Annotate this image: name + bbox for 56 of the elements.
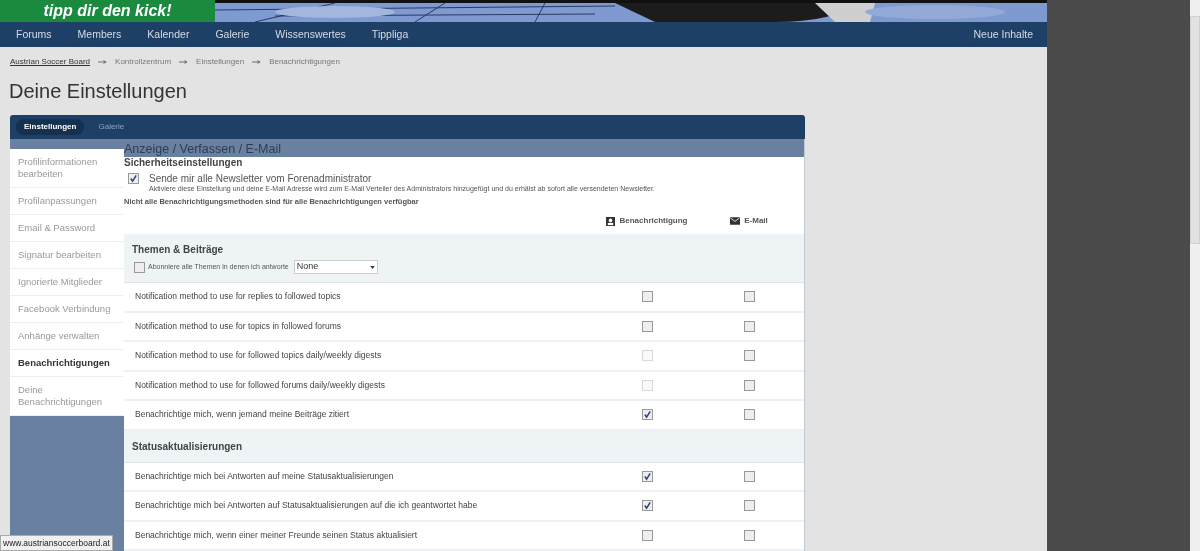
scrollbar[interactable] — [1190, 0, 1200, 551]
tab[interactable]: Einstellungen — [16, 119, 85, 135]
nav-link[interactable]: Tippliga — [371, 26, 409, 43]
checkbox[interactable] — [641, 291, 653, 303]
checkbox[interactable] — [641, 320, 653, 332]
setting-label: Benachrichtige mich, wenn jemand meine Beiträge zitiert — [134, 408, 351, 422]
arrow-icon — [252, 60, 262, 64]
breadcrumb-link[interactable]: Kontrollzentrum — [115, 56, 172, 68]
checkbox[interactable] — [743, 320, 755, 332]
group-title: Themen & Beiträge — [132, 243, 225, 257]
caret-icon — [369, 265, 375, 269]
checkbox[interactable] — [743, 350, 755, 362]
setting-label: Benachrichtige mich bei Antworten auf Statusaktualisierungen auf die ich geantwortet habe — [134, 499, 479, 513]
scrollbar-thumb[interactable] — [1190, 16, 1200, 244]
arrow-icon — [179, 60, 189, 64]
user-badge-icon — [606, 216, 616, 226]
group-title: Statusaktualisierungen — [132, 439, 244, 454]
checkbox[interactable] — [743, 529, 755, 541]
checkbox[interactable] — [128, 173, 139, 184]
column-header: E-Mail — [744, 215, 768, 227]
column-header: Benachrichtigung — [619, 215, 688, 227]
setting-label: Notification method to use for followed forums daily/weekly digests — [134, 378, 386, 392]
nav-link[interactable]: Kalender — [147, 26, 190, 43]
checkbox[interactable] — [641, 500, 653, 512]
checkbox[interactable] — [641, 470, 653, 482]
nav-link[interactable]: Galerie — [215, 26, 250, 43]
dropdown[interactable]: None — [293, 260, 378, 274]
breadcrumb-link[interactable]: Benachrichtigungen — [269, 56, 340, 68]
checkbox[interactable] — [134, 261, 145, 273]
checkbox[interactable] — [743, 291, 755, 303]
nav-link[interactable]: Neue Inhalte — [973, 26, 1033, 43]
checkbox[interactable] — [743, 379, 755, 391]
tab[interactable]: Galerie — [90, 119, 133, 135]
checkbox[interactable] — [743, 409, 755, 421]
checkbox[interactable] — [641, 409, 653, 421]
breadcrumb-link[interactable]: Austrian Soccer Board — [10, 56, 91, 68]
checkbox[interactable] — [641, 529, 653, 541]
checkbox[interactable] — [743, 470, 755, 482]
breadcrumb-link[interactable]: Einstellungen — [196, 56, 245, 68]
arrow-icon — [98, 60, 108, 64]
page-title: Deine Einstellungen — [8, 79, 188, 104]
section-title: Sicherheitseinstellungen — [124, 157, 244, 169]
envelope-icon — [730, 217, 741, 225]
checkbox[interactable] — [743, 500, 755, 512]
setting-label: Benachrichtige mich, wenn einer meiner Freunde seinen Status aktualisiert — [134, 528, 419, 542]
option-label: Sende mir alle Newsletter vom Forenadministrator — [149, 173, 373, 184]
status-bar: www.austriansoccerboard.at — [0, 535, 113, 551]
setting-label: Notification method to use for topics in followed forums — [134, 319, 342, 333]
setting-label: Notification method to use for replies to followed topics — [134, 290, 342, 304]
nav-link[interactable]: Forums — [16, 26, 52, 43]
nav-link[interactable]: Wissenswertes — [275, 26, 346, 43]
nav-link[interactable]: Members — [77, 26, 122, 43]
setting-label: Benachrichtige mich bei Antworten auf meine Statusaktualisierungen — [134, 469, 395, 483]
setting-label: Notification method to use for followed topics daily/weekly digests — [134, 349, 383, 363]
heading: Anzeige / Verfassen / E-Mail — [124, 142, 282, 157]
slogan: tipp dir den kick! — [43, 3, 172, 19]
